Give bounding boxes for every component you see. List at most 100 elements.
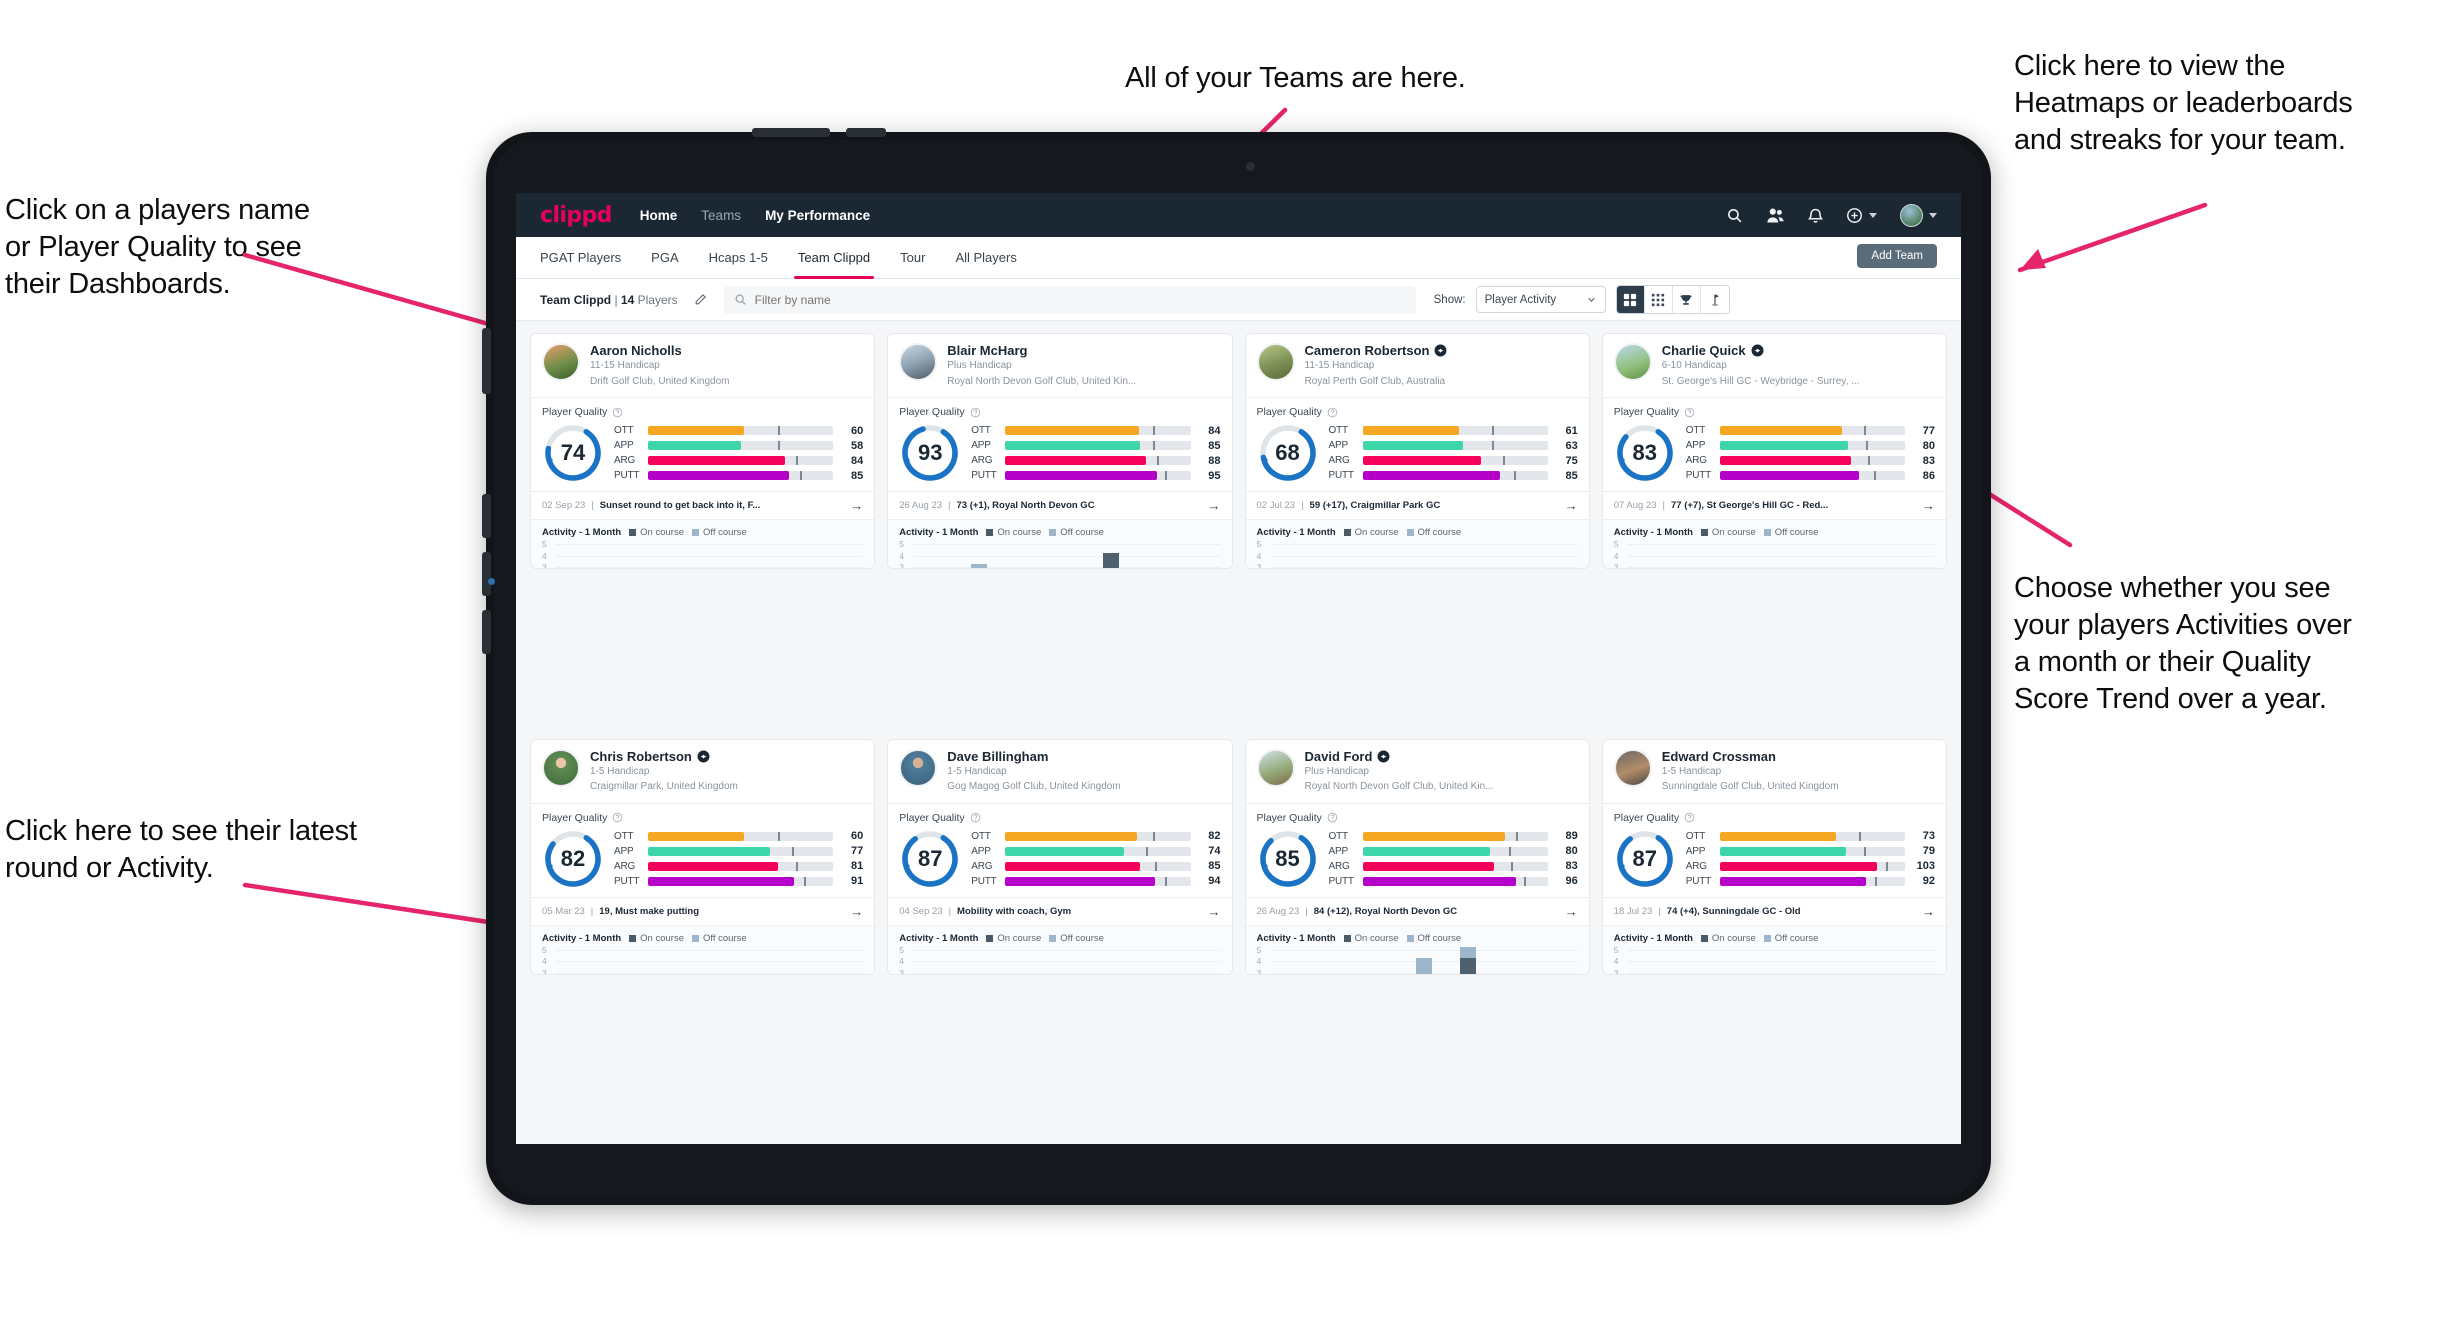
latest-round-row[interactable]: 02 Jul 23 | 59 (+17), Craigmillar Park G… <box>1245 492 1589 520</box>
player-quality-section[interactable]: Player Quality 74 OTT 60 APP 58 ARG 84 P… <box>531 398 875 492</box>
player-name[interactable]: Edward Crossman <box>1662 749 1839 764</box>
arrow-right-icon[interactable]: → <box>1922 498 1935 513</box>
player-card[interactable]: Charlie Quick 6-10 Handicap St. George's… <box>1601 333 1947 569</box>
player-card[interactable]: Aaron Nicholls 11-15 Handicap Drift Golf… <box>530 333 876 569</box>
bell-icon[interactable] <box>1808 207 1823 224</box>
tab-team-clippd[interactable]: Team Clippd <box>793 237 875 279</box>
player-card-header[interactable]: Blair McHarg Plus Handicap Royal North D… <box>888 334 1232 398</box>
latest-round-row[interactable]: 04 Sep 23 | Mobility with coach, Gym → <box>888 897 1232 926</box>
tab-pgat-players[interactable]: PGAT Players <box>540 237 621 279</box>
arrow-right-icon[interactable]: → <box>850 498 863 513</box>
arrow-right-icon[interactable]: → <box>1922 904 1935 919</box>
player-card-header[interactable]: Cameron Robertson 11-15 Handicap Royal P… <box>1245 334 1589 398</box>
player-card-header[interactable]: David Ford Plus Handicap Royal North Dev… <box>1245 740 1589 804</box>
player-quality-section[interactable]: Player Quality 83 OTT 77 APP 80 ARG 83 P… <box>1602 398 1946 492</box>
tab-all-players[interactable]: All Players <box>955 237 1016 279</box>
player-name[interactable]: Cameron Robertson <box>1305 343 1448 358</box>
nav-home[interactable]: Home <box>640 208 678 223</box>
avatar[interactable] <box>1256 343 1295 381</box>
chevron-down-icon[interactable] <box>1869 212 1877 218</box>
player-name[interactable]: David Ford <box>1305 749 1494 764</box>
avatar[interactable] <box>899 343 938 381</box>
player-card[interactable]: Cameron Robertson 11-15 Handicap Royal P… <box>1244 333 1590 569</box>
player-card[interactable]: David Ford Plus Handicap Royal North Dev… <box>1244 738 1590 975</box>
show-select[interactable]: Player Activity <box>1475 286 1606 313</box>
avatar[interactable] <box>1256 748 1295 787</box>
player-quality-section[interactable]: Player Quality 85 OTT 89 APP 80 ARG 83 P… <box>1245 804 1589 898</box>
side-button-2[interactable] <box>482 552 491 596</box>
nav-my-performance[interactable]: My Performance <box>765 208 870 223</box>
legend-off-course: Off course <box>1763 933 1818 944</box>
player-name[interactable]: Aaron Nicholls <box>590 343 730 358</box>
arrow-right-icon[interactable]: → <box>1565 498 1578 513</box>
chevron-down-icon[interactable] <box>1929 212 1937 218</box>
search-field[interactable] <box>723 285 1416 314</box>
arrow-right-icon[interactable]: → <box>850 904 863 919</box>
help-circle-icon[interactable] <box>970 407 981 418</box>
tab-tour[interactable]: Tour <box>900 237 925 279</box>
avatar[interactable] <box>542 343 580 381</box>
player-card[interactable]: Dave Billingham 1-5 Handicap Gog Magog G… <box>887 738 1233 975</box>
latest-round-row[interactable]: 18 Jul 23 | 74 (+4), Sunningdale GC - Ol… <box>1602 897 1946 926</box>
edit-team-button[interactable] <box>688 287 714 313</box>
trophy-icon[interactable] <box>1672 286 1701 313</box>
latest-round-row[interactable]: 26 Aug 23 | 84 (+12), Royal North Devon … <box>1245 897 1589 926</box>
tab-pga[interactable]: PGA <box>651 237 678 279</box>
metric-bar <box>648 471 834 480</box>
player-card-header[interactable]: Aaron Nicholls 11-15 Handicap Drift Golf… <box>531 334 875 398</box>
player-quality-section[interactable]: Player Quality 87 OTT <box>888 804 1232 898</box>
avatar[interactable] <box>542 748 580 787</box>
people-icon[interactable] <box>1766 207 1785 224</box>
player-card[interactable]: Chris Robertson 1-5 Handicap Craigmillar… <box>530 738 876 975</box>
latest-round-row[interactable]: 02 Sep 23 | Sunset round to get back int… <box>531 492 875 520</box>
metric-row: APP 79 <box>1686 845 1935 857</box>
player-card-header[interactable]: Chris Robertson 1-5 Handicap Craigmillar… <box>531 740 875 804</box>
power-button[interactable] <box>752 128 830 137</box>
help-circle-icon[interactable] <box>970 812 981 823</box>
plus-circle-icon[interactable] <box>1846 207 1877 224</box>
latest-round-row[interactable]: 07 Aug 23 | 77 (+7), St George's Hill GC… <box>1602 492 1946 520</box>
help-circle-icon[interactable] <box>1327 407 1338 418</box>
arrow-right-icon[interactable]: → <box>1208 904 1221 919</box>
dense-grid-icon[interactable] <box>1644 286 1673 313</box>
volume-button[interactable] <box>482 328 491 394</box>
player-card[interactable]: Blair McHarg Plus Handicap Royal North D… <box>887 333 1233 569</box>
player-quality-section[interactable]: Player Quality 82 OTT 60 APP 77 ARG 81 P… <box>531 804 875 898</box>
player-quality-section[interactable]: Player Quality 87 OTT <box>1602 804 1946 898</box>
player-name[interactable]: Blair McHarg <box>947 343 1136 358</box>
arrow-right-icon[interactable]: → <box>1208 498 1221 513</box>
side-button-1[interactable] <box>482 494 491 538</box>
player-quality-section[interactable]: Player Quality 68 OTT 61 APP 63 ARG 75 P… <box>1245 398 1589 492</box>
help-circle-icon[interactable] <box>612 407 623 418</box>
help-circle-icon[interactable] <box>612 812 623 823</box>
help-circle-icon[interactable] <box>1684 407 1695 418</box>
latest-round-row[interactable]: 26 Aug 23 | 73 (+1), Royal North Devon G… <box>888 492 1232 520</box>
nav-teams[interactable]: Teams <box>701 208 741 223</box>
player-name[interactable]: Dave Billingham <box>947 749 1120 764</box>
player-name[interactable]: Charlie Quick <box>1662 343 1860 358</box>
search-icon[interactable] <box>1726 207 1743 224</box>
y-tick-label: 3 <box>899 562 904 569</box>
arrow-right-icon[interactable]: → <box>1565 904 1578 919</box>
help-circle-icon[interactable] <box>1327 812 1338 823</box>
latest-round-row[interactable]: 05 Mar 23 | 19, Must make putting → <box>531 897 875 926</box>
player-card-header[interactable]: Dave Billingham 1-5 Handicap Gog Magog G… <box>888 740 1232 804</box>
avatar[interactable] <box>1900 203 1937 227</box>
help-circle-icon[interactable] <box>1684 812 1695 823</box>
side-button-3[interactable] <box>482 610 491 654</box>
player-card[interactable]: Edward Crossman 1-5 Handicap Sunningdale… <box>1601 738 1947 975</box>
metric-bar <box>1362 861 1548 871</box>
clippd-logo[interactable]: clippd <box>540 203 612 228</box>
player-quality-section[interactable]: Player Quality 93 OTT 84 APP 85 ARG 88 P… <box>888 398 1232 492</box>
avatar[interactable] <box>1613 343 1652 381</box>
tab-hcaps-1-5[interactable]: Hcaps 1-5 <box>709 237 768 279</box>
player-card-header[interactable]: Edward Crossman 1-5 Handicap Sunningdale… <box>1602 740 1946 804</box>
player-card-header[interactable]: Charlie Quick 6-10 Handicap St. George's… <box>1602 334 1946 398</box>
avatar[interactable] <box>1613 748 1652 787</box>
flag-icon[interactable] <box>1700 286 1729 313</box>
grid-view-icon[interactable] <box>1616 286 1645 313</box>
player-name[interactable]: Chris Robertson <box>590 749 738 764</box>
search-input[interactable] <box>754 292 1406 307</box>
add-team-button[interactable]: Add Team <box>1857 244 1937 268</box>
avatar[interactable] <box>899 748 938 787</box>
